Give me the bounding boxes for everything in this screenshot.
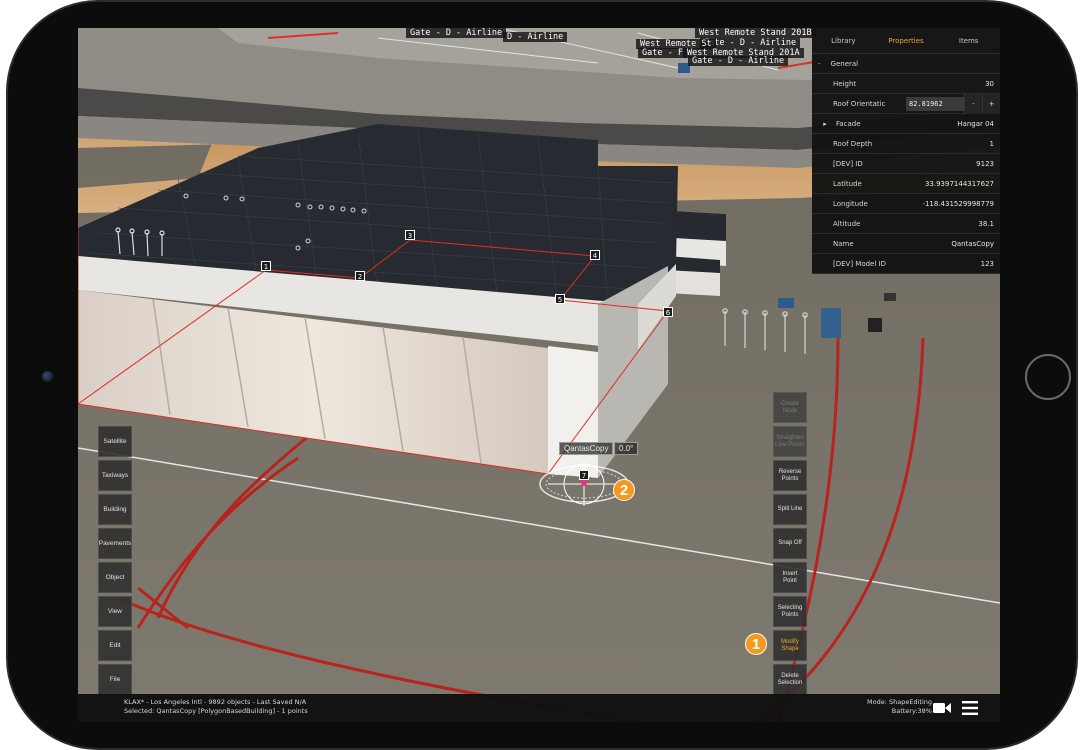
section-general[interactable]: - General — [812, 54, 1000, 74]
prop-value[interactable]: -118.431529998779 — [922, 200, 994, 208]
rotation-angle-tag[interactable]: 0.0° — [614, 442, 639, 455]
create-node-button[interactable]: Create Node — [773, 392, 807, 423]
prop-label: Latitude — [833, 179, 862, 188]
modify-shape-button[interactable]: Modify Shape — [773, 630, 807, 661]
file-button[interactable]: File — [98, 664, 132, 695]
prop-label: [DEV] ID — [833, 159, 863, 168]
prop-dev-model-id: [DEV] Model ID 123 — [812, 254, 1000, 274]
increment-button[interactable]: + — [982, 93, 1000, 114]
front-camera — [42, 371, 53, 382]
prop-label: Roof Orientatic — [833, 99, 886, 108]
shape-point-marker[interactable]: 6 — [663, 307, 673, 317]
prop-facade[interactable]: ▸ Facade Hangar 04 — [812, 114, 1000, 134]
prop-value[interactable]: Hangar 04 — [957, 120, 994, 128]
gate-label: Gate - F — [638, 48, 687, 58]
prop-label: Altitude — [833, 219, 861, 228]
shape-point-marker[interactable]: 2 — [355, 271, 365, 281]
status-info: KLAX* - Los Angeles Intl - 9892 objects … — [124, 698, 308, 716]
prop-altitude[interactable]: Altitude 38.1 — [812, 214, 1000, 234]
prop-longitude[interactable]: Longitude -118.431529998779 — [812, 194, 1000, 214]
gate-label: Gate - D - Airline — [406, 28, 507, 38]
prop-label: Name — [833, 239, 854, 248]
callout-badge-2: 2 — [613, 479, 635, 501]
split-line-button[interactable]: Split Line — [773, 494, 807, 525]
properties-panel: Library Properties Items - General Heigh… — [812, 28, 1000, 274]
collapse-icon: - — [818, 59, 821, 68]
prop-latitude[interactable]: Latitude 33.9397144317627 — [812, 174, 1000, 194]
home-button[interactable] — [1025, 354, 1071, 400]
battery-text: Battery:38% — [891, 707, 932, 715]
shape-point-marker[interactable]: 5 — [555, 294, 565, 304]
prop-value[interactable]: 30 — [985, 80, 994, 88]
view-button[interactable]: View — [98, 596, 132, 627]
prop-label: [DEV] Model ID — [833, 259, 886, 268]
object-button[interactable]: Object — [98, 562, 132, 593]
mode-text: Mode: ShapeEditing — [867, 698, 932, 706]
prop-value: 123 — [980, 259, 994, 268]
prop-value[interactable]: 38.1 — [978, 220, 994, 228]
tab-library[interactable]: Library — [812, 28, 875, 53]
edit-button[interactable]: Edit — [98, 630, 132, 661]
prop-height[interactable]: Height 30 — [812, 74, 1000, 94]
prop-value[interactable]: 1 — [990, 140, 994, 148]
section-title: General — [830, 59, 859, 68]
prop-label: Longitude — [833, 199, 868, 208]
decrement-button[interactable]: - — [964, 93, 982, 114]
building-button[interactable]: Building — [98, 494, 132, 525]
straighten-line-points-button[interactable]: Straighten Line Points — [773, 426, 807, 457]
hamburger-menu-icon[interactable] — [962, 701, 978, 715]
shape-point-marker[interactable]: 1 — [261, 261, 271, 271]
satellite-button[interactable]: Satellite — [98, 426, 132, 457]
shape-point-marker[interactable]: 3 — [405, 230, 415, 240]
selected-object-name-tag: QantasCopy — [559, 442, 614, 455]
viewport-3d[interactable]: Gate - D - Airline D - Airline West Remo… — [78, 28, 1000, 722]
gate-label: West Remote Stand 201B — [695, 28, 816, 38]
prop-name[interactable]: Name QantasCopy — [812, 234, 1000, 254]
shape-point-marker[interactable]: 4 — [590, 250, 600, 260]
roof-orientation-input[interactable]: 82.81962 — [906, 96, 964, 111]
prop-label: Roof Depth — [833, 139, 873, 148]
prop-value[interactable]: QantasCopy — [951, 240, 994, 248]
tab-items[interactable]: Items — [937, 28, 1000, 53]
reverse-points-button[interactable]: Reverse Points — [773, 460, 807, 491]
video-camera-icon[interactable] — [933, 702, 951, 714]
gate-label: D - Airline — [503, 32, 568, 42]
prop-label: Height — [833, 79, 857, 88]
prop-roof-orientation: Roof Orientatic 82.81962 - + — [812, 93, 1000, 114]
shape-point-marker[interactable]: 7 — [579, 470, 589, 480]
prop-value[interactable]: 33.9397144317627 — [925, 180, 994, 188]
panel-tabs: Library Properties Items — [812, 28, 1000, 54]
insert-point-button[interactable]: Insert Point — [773, 562, 807, 593]
mode-info: Mode: ShapeEditing Battery:38% — [867, 698, 932, 716]
prop-dev-id: [DEV] ID 9123 — [812, 154, 1000, 174]
selecting-points-button[interactable]: Selecting Points — [773, 596, 807, 627]
taxiways-button[interactable]: Taxiways — [98, 460, 132, 491]
delete-selection-button[interactable]: Delete Selection — [773, 664, 807, 695]
callout-badge-1: 1 — [745, 633, 767, 655]
pavements-button[interactable]: Pavements — [98, 528, 132, 559]
status-bar: KLAX* - Los Angeles Intl - 9892 objects … — [78, 694, 1000, 722]
tab-properties[interactable]: Properties — [875, 28, 938, 53]
prop-label: Facade — [836, 119, 861, 128]
project-status-text: KLAX* - Los Angeles Intl - 9892 objects … — [124, 698, 307, 706]
selection-status-text: Selected: QantasCopy [PolygonBasedBuildi… — [124, 707, 308, 715]
gate-label: Gate - D - Airline — [688, 56, 789, 66]
expand-arrow-icon[interactable]: ▸ — [818, 120, 832, 128]
prop-roof-depth[interactable]: Roof Depth 1 — [812, 134, 1000, 154]
prop-value: 9123 — [976, 159, 994, 168]
snap-off-button[interactable]: Snap Off — [773, 528, 807, 559]
